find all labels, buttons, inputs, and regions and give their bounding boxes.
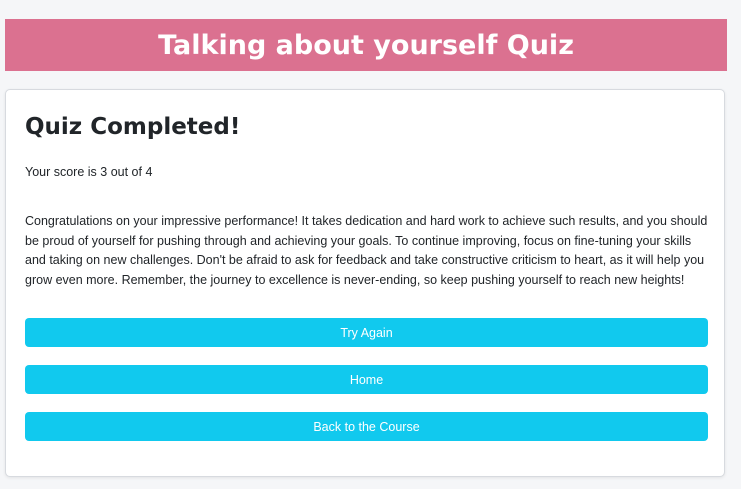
- back-to-course-button[interactable]: Back to the Course: [25, 412, 708, 441]
- quiz-header: Talking about yourself Quiz: [5, 19, 727, 71]
- result-card: Quiz Completed! Your score is 3 out of 4…: [5, 89, 725, 477]
- try-again-button[interactable]: Try Again: [25, 318, 708, 347]
- score-text: Your score is 3 out of 4: [25, 165, 153, 179]
- home-button[interactable]: Home: [25, 365, 708, 394]
- quiz-title: Talking about yourself Quiz: [158, 29, 574, 61]
- feedback-message: Congratulations on your impressive perfo…: [25, 214, 708, 287]
- result-heading: Quiz Completed!: [25, 114, 241, 140]
